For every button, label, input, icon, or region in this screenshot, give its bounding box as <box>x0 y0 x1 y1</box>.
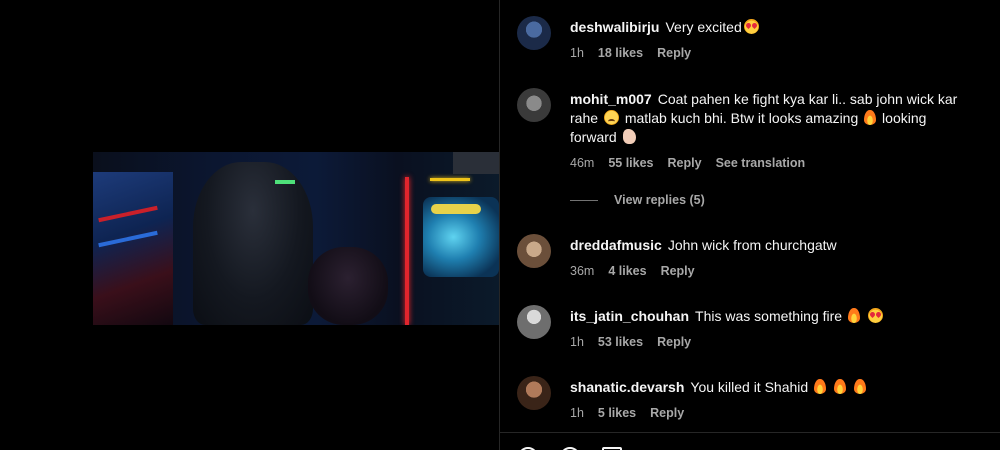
comments-pane: deshwalibirju Very excited 1h 18 likes Re… <box>499 0 1000 450</box>
sad-face-emoji-icon <box>603 110 619 125</box>
reply-button[interactable]: Reply <box>657 335 691 349</box>
fire-emoji-icon <box>847 308 860 323</box>
see-translation-button[interactable]: See translation <box>716 156 806 170</box>
avatar[interactable] <box>517 305 551 339</box>
fire-emoji-icon <box>853 379 866 394</box>
fire-emoji-icon <box>864 110 877 125</box>
waving-hand-emoji-icon <box>622 129 636 144</box>
video-scene-sign <box>453 152 499 174</box>
view-replies-line <box>570 199 598 201</box>
comment-likes[interactable]: 4 likes <box>608 264 646 278</box>
video-player[interactable] <box>93 152 499 325</box>
action-bar <box>500 432 1000 450</box>
video-scene-neon <box>430 178 470 181</box>
comment-text: matlab kuch bhi. Btw it looks amazing <box>624 110 859 126</box>
video-scene-light <box>275 180 295 184</box>
comment-text: Very excited <box>665 19 742 35</box>
heart-eyes-emoji-icon <box>743 19 759 34</box>
comment-username[interactable]: shanatic.devarsh <box>570 379 684 395</box>
avatar[interactable] <box>517 88 551 122</box>
avatar[interactable] <box>517 376 551 410</box>
video-scene-figure <box>308 247 388 325</box>
comment-likes[interactable]: 55 likes <box>608 156 653 170</box>
reply-button[interactable]: Reply <box>650 406 684 420</box>
comment-time: 1h <box>570 335 584 349</box>
fire-emoji-icon <box>814 379 827 394</box>
video-scene-left <box>93 172 173 325</box>
comment-likes[interactable]: 53 likes <box>598 335 643 349</box>
comment-username[interactable]: dreddafmusic <box>570 237 662 253</box>
video-scene-neon <box>405 177 409 325</box>
avatar[interactable] <box>517 16 551 50</box>
view-replies-button[interactable]: View replies (5) <box>570 193 705 207</box>
media-pane <box>0 0 499 450</box>
reply-button[interactable]: Reply <box>668 156 702 170</box>
comment-username[interactable]: mohit_m007 <box>570 91 652 107</box>
comment-likes[interactable]: 5 likes <box>598 406 636 420</box>
comment-text: You killed it Shahid <box>690 379 809 395</box>
comment-likes[interactable]: 18 likes <box>598 46 643 60</box>
avatar[interactable] <box>517 234 551 268</box>
comment-time: 1h <box>570 46 584 60</box>
comment-time: 1h <box>570 406 584 420</box>
video-scene-figure <box>193 162 313 325</box>
comment-time: 46m <box>570 156 595 170</box>
comment-text: John wick from churchgatw <box>667 237 837 253</box>
view-replies-label: View replies (5) <box>614 193 705 207</box>
heart-eyes-emoji-icon <box>867 308 883 323</box>
reply-button[interactable]: Reply <box>661 264 695 278</box>
comment-time: 36m <box>570 264 595 278</box>
fire-emoji-icon <box>833 379 846 394</box>
comment-username[interactable]: deshwalibirju <box>570 19 659 35</box>
comment-username[interactable]: its_jatin_chouhan <box>570 308 689 324</box>
video-scene-arcade-label <box>431 204 481 214</box>
reply-button[interactable]: Reply <box>657 46 691 60</box>
comment-text: This was something fire <box>695 308 843 324</box>
